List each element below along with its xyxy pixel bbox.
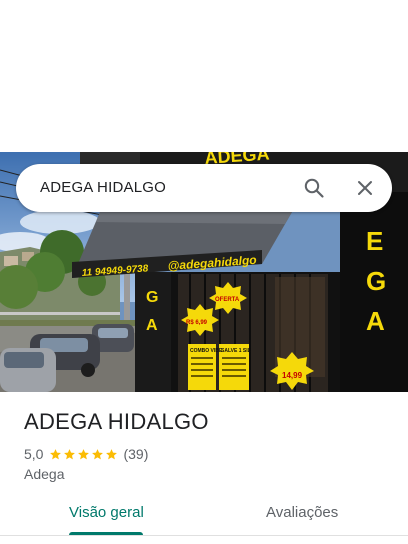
star-icon [92, 448, 104, 459]
side-letter-g: G [366, 266, 386, 296]
search-bar[interactable]: ADEGA HIDALGO [16, 164, 392, 212]
map-area-blank [0, 0, 408, 152]
rating-value: 5,0 [24, 446, 44, 462]
place-category: Adega [24, 466, 65, 482]
review-count[interactable]: (39) [123, 446, 148, 462]
tab-overview[interactable]: Visão geral [69, 504, 144, 521]
close-icon[interactable] [353, 176, 377, 200]
pillar-letter-g: G [146, 289, 158, 306]
place-info-sheet: ADEGA HIDALGO 5,0 (39) Adega Visão geral… [0, 392, 408, 544]
star-icon [64, 448, 76, 459]
search-icon[interactable] [302, 176, 326, 200]
star-icon [50, 448, 62, 459]
menu-board-1: COMBO VIBE [190, 348, 223, 354]
tab-reviews[interactable]: Avaliações [266, 504, 338, 521]
rating-row[interactable]: 5,0 (39) [24, 445, 148, 463]
tabs-divider [0, 535, 408, 536]
search-query-text[interactable]: ADEGA HIDALGO [40, 179, 166, 196]
rating-stars [49, 448, 119, 461]
pillar-letter-a: A [146, 317, 158, 334]
price-tag-1: R$ 6,99 [186, 320, 208, 326]
place-tabs: Visão geral Avaliações [0, 498, 408, 536]
side-letter-a: A [366, 306, 385, 336]
menu-board-2: SALVE 1 SIL [221, 348, 251, 354]
side-letter-e: E [366, 226, 383, 256]
star-icon [78, 448, 90, 459]
promo-tag: OFERTA [215, 297, 240, 303]
price-tag-2: 14,99 [282, 371, 303, 380]
place-title: ADEGA HIDALGO [24, 409, 209, 434]
star-icon [106, 448, 118, 459]
